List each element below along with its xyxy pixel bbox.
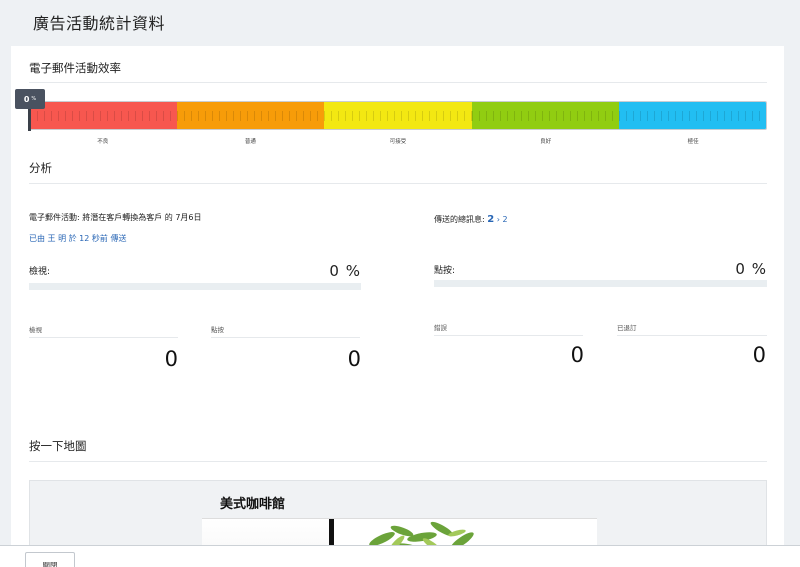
total-value[interactable]: 2 bbox=[487, 214, 494, 225]
total-link[interactable]: 2 bbox=[503, 215, 508, 224]
plant-image bbox=[362, 521, 474, 546]
total-messages: 傳送的總訊息: 2 › 2 bbox=[434, 214, 508, 225]
gauge-unit: % bbox=[31, 96, 37, 102]
sender-link[interactable]: 王 明 bbox=[48, 234, 67, 243]
gauge-label-good: 良好 bbox=[540, 139, 552, 145]
gauge-segment-bad bbox=[30, 102, 178, 129]
stat-label-clicks: 點按 bbox=[211, 326, 224, 334]
gauge-label-bad: 不良 bbox=[97, 139, 109, 145]
divider bbox=[434, 335, 583, 336]
shop-name: 美式咖啡館 bbox=[220, 497, 286, 512]
stat-value-clicks: 0 bbox=[347, 347, 361, 371]
views-label: 檢視: bbox=[29, 267, 51, 277]
gauge-value: 0 bbox=[23, 94, 30, 104]
stat-value-errors: 0 bbox=[570, 343, 584, 367]
divider bbox=[29, 82, 767, 83]
stat-value-unsubscribed: 0 bbox=[752, 343, 766, 367]
close-button[interactable]: 關閉 bbox=[25, 552, 75, 567]
gauge-segment-good bbox=[471, 102, 619, 129]
sent-line: 已由 王 明 於 12 秒前 傳送 bbox=[29, 233, 126, 244]
divider bbox=[211, 337, 360, 338]
stat-label-unsubscribed: 已退訂 bbox=[617, 324, 637, 332]
clicks-percent: 0 % bbox=[735, 260, 767, 278]
gauge-label-acceptable: 可接受 bbox=[389, 139, 407, 145]
divider bbox=[29, 183, 767, 184]
total-label: 傳送的總訊息: bbox=[434, 215, 485, 224]
stat-value-views: 0 bbox=[164, 347, 178, 371]
gauge-labels: 不良 普通 可接受 良好 極佳 bbox=[29, 137, 767, 145]
gauge-label-ok: 普通 bbox=[244, 139, 256, 145]
gauge-label-excellent: 極佳 bbox=[687, 139, 699, 145]
sent-suffix: 於 12 秒前 傳送 bbox=[68, 234, 127, 243]
divider bbox=[29, 461, 767, 462]
stats-card: 電子郵件活動效率 0% 不良 普通 可接受 良好 極佳 分析 電子郵件活動: 將… bbox=[11, 46, 784, 546]
total-separator: › bbox=[496, 215, 500, 224]
campaign-line: 電子郵件活動: 將潛在客戶轉換為客戶 的 7月6日 bbox=[29, 213, 202, 222]
views-percent: 0 % bbox=[329, 262, 361, 280]
efficiency-gauge bbox=[29, 101, 767, 130]
analysis-title: 分析 bbox=[29, 161, 52, 175]
views-progress-bar bbox=[29, 283, 361, 290]
shop-photo bbox=[202, 518, 597, 546]
gauge-value-marker: 0% bbox=[15, 89, 45, 109]
map-title: 按一下地圖 bbox=[29, 439, 87, 453]
map-preview[interactable]: 美式咖啡館 bbox=[29, 480, 767, 546]
page-title: 廣告活動統計資料 bbox=[33, 14, 166, 33]
sent-prefix: 已由 bbox=[29, 234, 45, 243]
footer-bar: 關閉 bbox=[0, 545, 800, 567]
page-header: 廣告活動統計資料 bbox=[0, 0, 800, 46]
photo-background bbox=[202, 519, 332, 546]
divider bbox=[617, 335, 767, 336]
gauge-segment-ok bbox=[177, 102, 325, 129]
stat-label-views: 檢視 bbox=[29, 326, 42, 334]
divider bbox=[29, 337, 178, 338]
efficiency-title: 電子郵件活動效率 bbox=[29, 61, 121, 75]
photo-pole bbox=[329, 519, 334, 546]
gauge-segment-acceptable bbox=[324, 102, 472, 129]
clicks-label: 點按: bbox=[434, 266, 456, 276]
stat-label-errors: 錯誤 bbox=[434, 324, 447, 332]
gauge-segment-excellent bbox=[618, 102, 766, 129]
clicks-progress-bar bbox=[434, 280, 767, 287]
